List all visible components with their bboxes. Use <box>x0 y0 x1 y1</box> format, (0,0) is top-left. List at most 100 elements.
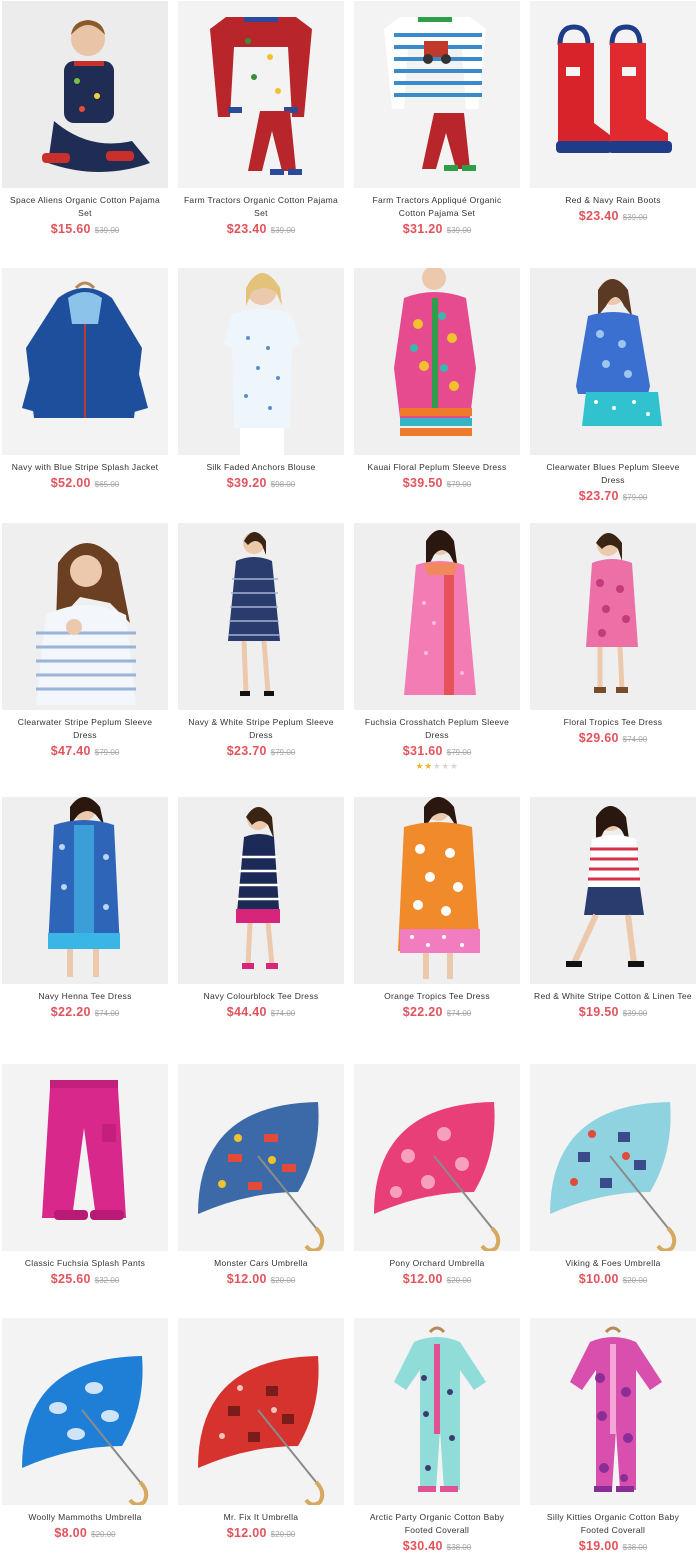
sale-price: $47.40 <box>50 744 91 758</box>
original-price: $38.00 <box>622 1543 648 1552</box>
sale-price: $23.40 <box>226 222 267 236</box>
sale-price: $52.00 <box>50 476 91 490</box>
product-info: Pony Orchard Umbrella $12.00 $20.00 <box>354 1257 520 1289</box>
product-name[interactable]: Fuchsia Crosshatch Peplum Sleeve Dress <box>354 716 520 742</box>
product-image[interactable] <box>530 1 696 188</box>
product-info: Clearwater Stripe Peplum Sleeve Dress $4… <box>2 716 168 761</box>
product-row: Navy Henna Tee Dress $22.20 $74.00 Navy … <box>0 797 700 1037</box>
product-info: Navy Colourblock Tee Dress $44.40 $74.00 <box>178 990 344 1022</box>
product-name[interactable]: Navy with Blue Stripe Splash Jacket <box>2 461 168 474</box>
product-image[interactable] <box>530 1318 696 1505</box>
product-image[interactable] <box>354 797 520 984</box>
product-info: Classic Fuchsia Splash Pants $25.60 $32.0… <box>2 1257 168 1289</box>
product-image[interactable] <box>178 797 344 984</box>
product-prices: $31.60 $79.00 <box>354 743 520 761</box>
product-name[interactable]: Space Aliens Organic Cotton Pajama Set <box>2 194 168 220</box>
product-image[interactable] <box>178 523 344 710</box>
product-image[interactable] <box>2 523 168 710</box>
product-image[interactable] <box>530 523 696 710</box>
sale-price: $22.20 <box>50 1005 91 1019</box>
sale-price: $12.00 <box>226 1526 267 1540</box>
original-price: $39.00 <box>622 1009 648 1018</box>
product-name[interactable]: Pony Orchard Umbrella <box>354 1257 520 1270</box>
product-name[interactable]: Silly Kitties Organic Cotton Baby Footed… <box>530 1511 696 1537</box>
sale-price: $23.70 <box>226 744 267 758</box>
product-image[interactable] <box>354 1318 520 1505</box>
product-prices: $12.00 $20.00 <box>178 1525 344 1543</box>
product-name[interactable]: Monster Cars Umbrella <box>178 1257 344 1270</box>
product-image[interactable] <box>2 1 168 188</box>
product-prices: $31.20 $39.00 <box>354 221 520 239</box>
product-image[interactable] <box>2 1064 168 1251</box>
product-name[interactable]: Navy Henna Tee Dress <box>2 990 168 1003</box>
product-name[interactable]: Kauai Floral Peplum Sleeve Dress <box>354 461 520 474</box>
product-name[interactable]: Woolly Mammoths Umbrella <box>2 1511 168 1524</box>
original-price: $20.00 <box>622 1276 648 1285</box>
product-name[interactable]: Floral Tropics Tee Dress <box>530 716 696 729</box>
original-price: $20.00 <box>91 1530 116 1539</box>
product-name[interactable]: Orange Tropics Tee Dress <box>354 990 520 1003</box>
product-name[interactable]: Clearwater Blues Peplum Sleeve Dress <box>530 461 696 487</box>
product-info: Red & White Stripe Cotton & Linen Tee $1… <box>530 990 696 1022</box>
sale-price: $19.00 <box>578 1539 619 1553</box>
product-name[interactable]: Navy & White Stripe Peplum Sleeve Dress <box>178 716 344 742</box>
sale-price: $30.40 <box>402 1539 443 1553</box>
product-grid: Space Aliens Organic Cotton Pajama Set $… <box>0 0 700 1558</box>
product-name[interactable]: Arctic Party Organic Cotton Baby Footed … <box>354 1511 520 1537</box>
product-name[interactable]: Clearwater Stripe Peplum Sleeve Dress <box>2 716 168 742</box>
sale-price: $8.00 <box>54 1526 88 1540</box>
product-image[interactable] <box>530 797 696 984</box>
original-price: $79.00 <box>622 493 648 502</box>
product-image[interactable] <box>354 523 520 710</box>
sale-price: $23.70 <box>578 489 619 503</box>
sale-price: $39.50 <box>402 476 443 490</box>
product-image[interactable] <box>2 268 168 455</box>
product-image[interactable] <box>354 1064 520 1251</box>
product-prices: $19.00 $38.00 <box>530 1538 696 1556</box>
product-prices: $8.00 $20.00 <box>2 1525 168 1543</box>
product-info: Fuchsia Crosshatch Peplum Sleeve Dress $… <box>354 716 520 772</box>
product-name[interactable]: Farm Tractors Appliqué Organic Cotton Pa… <box>354 194 520 220</box>
product-image[interactable] <box>178 1064 344 1251</box>
product-prices: $29.60 $74.00 <box>530 730 696 748</box>
original-price: $65.00 <box>94 480 120 489</box>
product-prices: $39.20 $98.00 <box>178 475 344 493</box>
product-prices: $15.60 $39.00 <box>2 221 168 239</box>
original-price: $38.00 <box>446 1543 472 1552</box>
product-info: Arctic Party Organic Cotton Baby Footed … <box>354 1511 520 1556</box>
product-prices: $25.60 $32.00 <box>2 1271 168 1289</box>
product-name[interactable]: Red & White Stripe Cotton & Linen Tee <box>530 990 696 1003</box>
star-empty-icon: ★ <box>449 761 459 771</box>
product-prices: $12.00 $20.00 <box>354 1271 520 1289</box>
product-image[interactable] <box>178 1 344 188</box>
product-image[interactable] <box>530 268 696 455</box>
star-empty-icon: ★ <box>441 761 450 771</box>
original-price: $98.00 <box>270 480 296 489</box>
product-row: Clearwater Stripe Peplum Sleeve Dress $4… <box>0 523 700 771</box>
product-info: Navy & White Stripe Peplum Sleeve Dress … <box>178 716 344 761</box>
product-name[interactable]: Silk Faded Anchors Blouse <box>178 461 344 474</box>
product-image[interactable] <box>530 1064 696 1251</box>
sale-price: $31.60 <box>402 744 443 758</box>
product-name[interactable]: Red & Navy Rain Boots <box>530 194 696 207</box>
product-info: Navy with Blue Stripe Splash Jacket $52.… <box>2 461 168 493</box>
product-prices: $19.50 $39.00 <box>530 1004 696 1022</box>
product-image[interactable] <box>178 1318 344 1505</box>
product-name[interactable]: Farm Tractors Organic Cotton Pajama Set <box>178 194 344 220</box>
product-prices: $12.00 $20.00 <box>178 1271 344 1289</box>
product-info: Woolly Mammoths Umbrella $8.00 $20.00 <box>2 1511 168 1543</box>
product-image[interactable] <box>178 268 344 455</box>
product-name[interactable]: Mr. Fix It Umbrella <box>178 1511 344 1524</box>
sale-price: $25.60 <box>50 1272 91 1286</box>
product-image[interactable] <box>2 797 168 984</box>
product-name[interactable]: Classic Fuchsia Splash Pants <box>2 1257 168 1270</box>
product-image[interactable] <box>2 1318 168 1505</box>
product-image[interactable] <box>354 1 520 188</box>
original-price: $20.00 <box>446 1276 472 1285</box>
product-name[interactable]: Viking & Foes Umbrella <box>530 1257 696 1270</box>
product-row: Woolly Mammoths Umbrella $8.00 $20.00 Mr. <box>0 1318 700 1558</box>
product-prices: $39.50 $79.00 <box>354 475 520 493</box>
product-name[interactable]: Navy Colourblock Tee Dress <box>178 990 344 1003</box>
product-image[interactable] <box>354 268 520 455</box>
original-price: $20.00 <box>270 1276 296 1285</box>
